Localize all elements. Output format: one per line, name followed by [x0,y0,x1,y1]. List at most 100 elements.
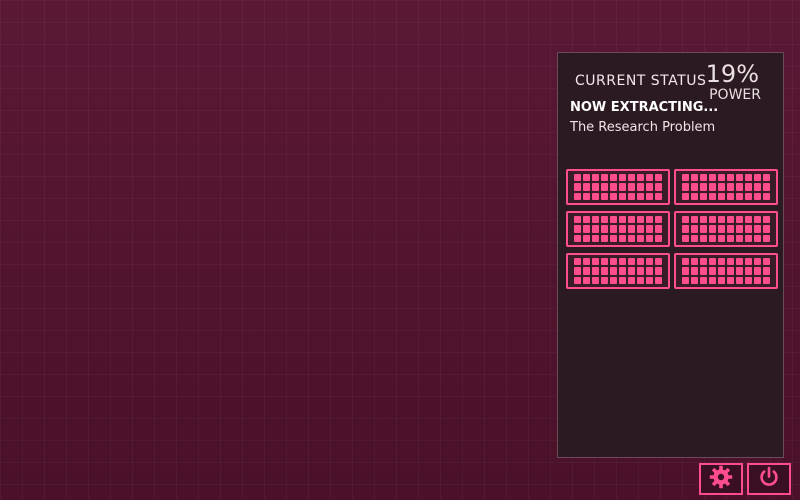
bank-cell [709,225,716,233]
bank-cell [637,267,644,275]
settings-button[interactable] [699,463,743,495]
bank-cell [619,267,626,275]
bank-cell [700,276,707,284]
bank-cell [754,234,761,242]
bank-cell [583,225,590,233]
bank-cell [637,192,644,200]
bank-cell [655,225,662,233]
bank-cell [709,267,716,275]
bank-cell [610,174,617,182]
bank-cell [601,258,608,266]
bank-cell [736,267,743,275]
bank-cell [718,183,725,191]
bank-cell [619,258,626,266]
bank-cell [763,258,770,266]
bank-cell [754,267,761,275]
bank-cell [682,183,689,191]
power-value: 19% [705,60,759,88]
bank-cell [583,234,590,242]
bank-cell [601,276,608,284]
extraction-bank-grid [566,169,778,289]
bank-cell [727,225,734,233]
bank-cell [592,192,599,200]
bank-cell [709,183,716,191]
bank-cell [637,216,644,224]
bank-cell [700,267,707,275]
bank-cell [574,174,581,182]
bank-cell [646,216,653,224]
game-canvas[interactable] [0,0,556,500]
bank-cell [610,183,617,191]
bank-cell [691,225,698,233]
bank-cell [691,174,698,182]
bank-cell [763,225,770,233]
bank-cell [574,234,581,242]
bank-cell [736,234,743,242]
bank-cell [718,258,725,266]
bank-cell [682,174,689,182]
bank-cell [745,258,752,266]
bank-cell [754,225,761,233]
bank-cell [628,225,635,233]
bank-cell [610,276,617,284]
bank-cell [700,183,707,191]
bank-cell [709,192,716,200]
bank-cell [655,216,662,224]
bank-cell [745,225,752,233]
status-title: CURRENT STATUS [575,73,707,89]
bank-cell [574,258,581,266]
bank-cell [754,216,761,224]
bank-cell [691,192,698,200]
bank-cell [745,234,752,242]
bank-cell [682,267,689,275]
bank-cell [691,234,698,242]
extracting-subject: The Research Problem [570,120,716,135]
bank-cell [592,183,599,191]
bank-cell [628,216,635,224]
extracting-heading: NOW EXTRACTING... [570,100,719,115]
bank-cell [601,225,608,233]
bank-cell [691,216,698,224]
bank-cell [610,216,617,224]
bank-cell [619,225,626,233]
bank-cell [655,183,662,191]
bank-cell [628,267,635,275]
extraction-bank-4 [674,211,778,247]
bank-cell [745,183,752,191]
bank-cell [736,174,743,182]
bank-cell [628,258,635,266]
bank-cell [754,183,761,191]
power-button[interactable] [747,463,791,495]
bank-cell [763,192,770,200]
bank-cell [727,276,734,284]
bank-cell [646,267,653,275]
bank-cell [628,183,635,191]
bank-cell [700,225,707,233]
bank-cell [628,276,635,284]
bank-cell [745,216,752,224]
bank-cell [601,234,608,242]
bank-cell [592,174,599,182]
bank-cell [682,225,689,233]
bank-cell [763,174,770,182]
bank-cell [610,258,617,266]
bank-cell [655,192,662,200]
bank-cell [646,258,653,266]
bank-cell [718,234,725,242]
bank-cell [574,276,581,284]
bank-cell [655,267,662,275]
extraction-bank-1 [566,169,670,205]
bank-cell [736,276,743,284]
bank-cell [583,183,590,191]
bank-cell [592,276,599,284]
bank-cell [646,183,653,191]
extraction-bank-3 [566,211,670,247]
bank-cell [637,276,644,284]
bank-cell [736,216,743,224]
bank-cell [700,258,707,266]
bank-cell [727,174,734,182]
bank-cell [745,174,752,182]
bank-cell [592,216,599,224]
bank-cell [592,225,599,233]
bank-cell [700,174,707,182]
